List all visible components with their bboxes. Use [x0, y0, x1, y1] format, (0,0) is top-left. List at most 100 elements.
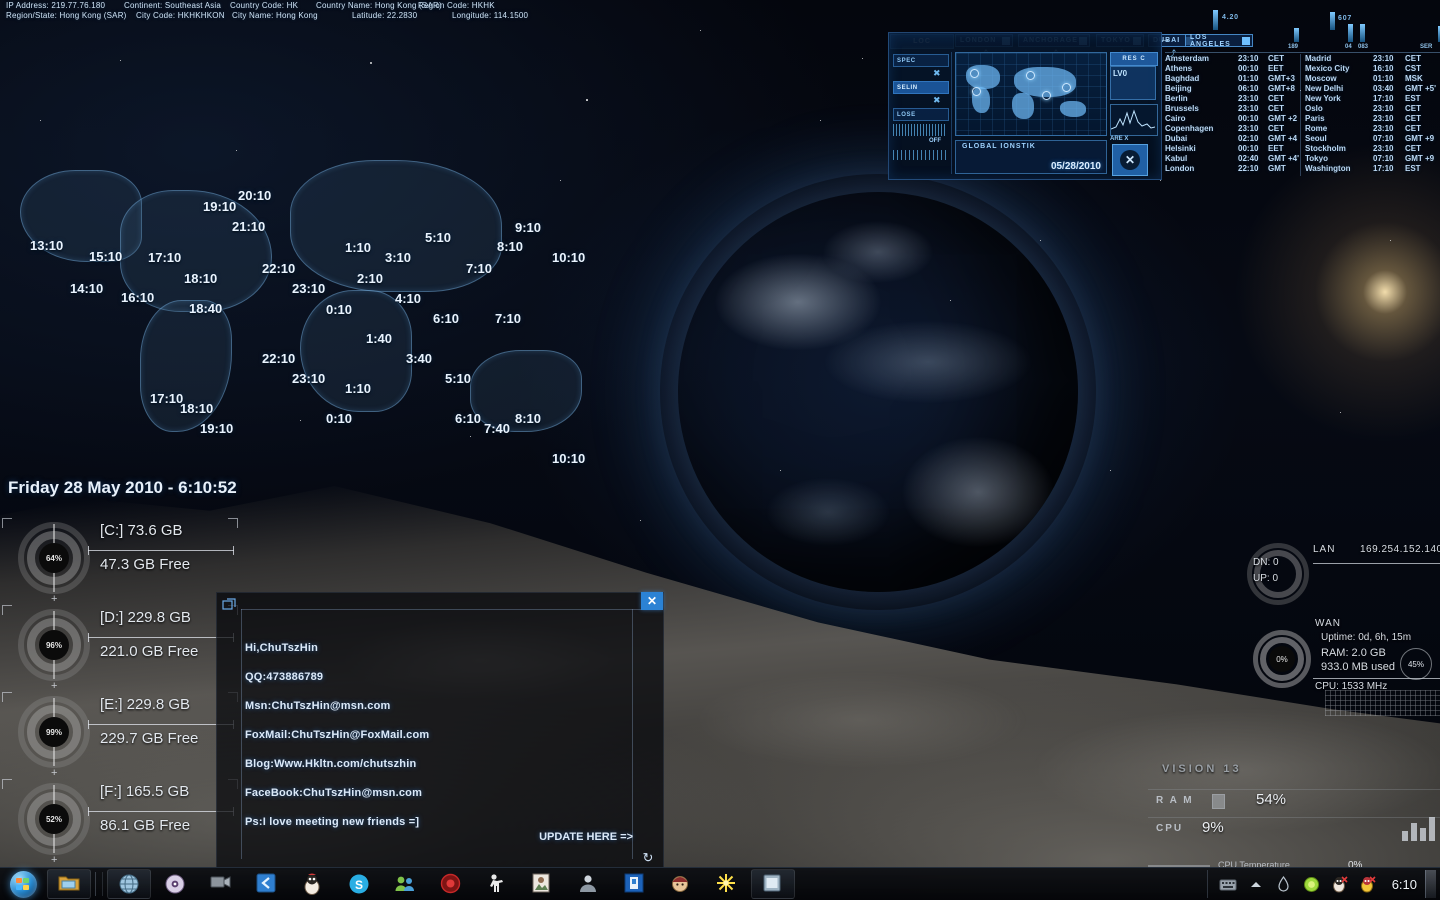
drive-item: 99% [E:] 229.8 GB 229.7 GB Free + — [0, 692, 240, 779]
drive-divider — [88, 811, 234, 812]
region-state-text: Region/State: Hong Kong (SAR) — [6, 11, 127, 20]
timezone-time: 23:10 — [1373, 114, 1394, 123]
taskbar-button-internet[interactable] — [107, 869, 151, 899]
folder-icon — [58, 873, 80, 895]
clock-time-label: 19:10 — [203, 199, 237, 214]
system-tray[interactable]: 6:10 — [1214, 868, 1440, 900]
taskbar-button-file-manager[interactable] — [613, 869, 657, 899]
timezone-city: Washington — [1305, 164, 1351, 173]
close-x-icon[interactable]: ✖ — [933, 69, 941, 78]
drive-label: [C:] 73.6 GB — [100, 522, 183, 539]
map-pin-icon — [1042, 91, 1051, 100]
timezone-time: 03:40 — [1373, 84, 1394, 93]
resize-icon[interactable] — [222, 598, 236, 612]
close-icon[interactable]: ✕ — [641, 592, 663, 610]
keyboard-icon[interactable] — [1216, 872, 1240, 896]
timezone-time: 23:10 — [1238, 94, 1259, 103]
globe-icon — [118, 873, 140, 895]
note-line: Ps:I love meeting new friends =] — [245, 816, 420, 828]
refresh-icon[interactable]: ↻ — [639, 849, 657, 867]
camera-icon — [210, 873, 232, 895]
timezone-time: 01:10 — [1238, 74, 1259, 83]
vision13-widget: VISION 13 R A M 54% CPU 9% CPU Temperatu… — [1140, 755, 1440, 871]
divider — [1313, 563, 1440, 564]
taskbar-button-media-player[interactable] — [153, 869, 197, 899]
corner-bracket — [228, 518, 238, 528]
taskbar-button-active-window[interactable] — [751, 869, 795, 899]
green-circle-icon[interactable] — [1300, 872, 1324, 896]
taskbar-button-game-face[interactable] — [659, 869, 703, 899]
timezone-row: Copenhagen 23:10 CET Rome 23:10 CET — [1165, 124, 1440, 134]
deco-bar — [1213, 10, 1218, 30]
droplet-icon[interactable] — [1272, 872, 1296, 896]
contact-notes-widget[interactable]: ✕ Hi,ChuTszHin QQ:473886789 Msn:ChuTszHin@… — [216, 592, 664, 870]
tray-clock[interactable]: 6:10 — [1392, 877, 1417, 892]
skype-icon: S — [348, 873, 370, 895]
show-desktop-button[interactable] — [1425, 870, 1436, 898]
start-button[interactable] — [0, 869, 46, 899]
timezone-zone: CET — [1268, 54, 1284, 63]
marker-bar — [1360, 24, 1365, 42]
taskbar-button-media-red[interactable] — [429, 869, 473, 899]
taskbar-button-camera[interactable] — [199, 869, 243, 899]
timezone-zone: EST — [1405, 164, 1421, 173]
penguin-tray-icon[interactable] — [1356, 872, 1380, 896]
timezone-city: Athens — [1165, 64, 1193, 73]
timezone-row: Helsinki 00:10 EET Stockholm 23:10 CET — [1165, 144, 1440, 154]
clock-time-label: 7:40 — [484, 421, 511, 436]
vision-ram-row: R A M 54% — [1148, 789, 1440, 816]
taskbar-button-photo-viewer[interactable] — [521, 869, 565, 899]
hud-close-button[interactable]: ✕ — [1112, 144, 1148, 176]
hud-world-map[interactable] — [955, 52, 1107, 136]
timezone-zone: CST — [1405, 64, 1421, 73]
timezone-time: 07:10 — [1373, 134, 1394, 143]
taskbar-button-contacts[interactable] — [383, 869, 427, 899]
svg-text:S: S — [355, 878, 363, 892]
taskbar[interactable]: S 6:10 — [0, 867, 1440, 900]
penguin-tray-icon[interactable] — [1328, 872, 1352, 896]
deco-label: 607 — [1338, 15, 1353, 22]
drive-item: 96% [D:] 229.8 GB 221.0 GB Free + — [0, 605, 240, 692]
hud-decoration-bar: 4.20 607 VSVP OPER — [888, 0, 1440, 34]
note-line: FoxMail:ChuTszHin@FoxMail.com — [245, 729, 430, 741]
chevron-up-icon[interactable] — [1244, 872, 1268, 896]
hud-row-lose[interactable]: LOSE — [893, 108, 949, 121]
deco-label: 4.20 — [1222, 14, 1239, 21]
hud-date: 05/28/2010 — [1050, 161, 1101, 172]
tick — [88, 720, 89, 729]
sunburst-icon — [716, 873, 738, 895]
tick — [88, 807, 89, 816]
corner-bracket — [2, 692, 12, 702]
update-here-link[interactable]: UPDATE HERE => — [539, 831, 633, 843]
note-line: QQ:473886789 — [245, 671, 324, 683]
star — [40, 120, 41, 121]
hud-row-selin[interactable]: SELIN — [893, 81, 949, 94]
hud-row-spec[interactable]: SPEC — [893, 54, 949, 67]
taskbar-button-editor[interactable] — [245, 869, 289, 899]
clock-time-label: 1:40 — [366, 331, 393, 346]
taskbar-button-skype[interactable]: S — [337, 869, 381, 899]
taskbar-button-explorer[interactable] — [47, 869, 91, 899]
gauge-hub: 64% — [39, 543, 69, 573]
taskbar-button-avatar-app[interactable] — [567, 869, 611, 899]
vision-cpu-value: 9% — [1202, 819, 1224, 836]
map-pin-icon — [970, 69, 979, 78]
timezone-zone: CET — [1405, 124, 1421, 133]
taskbar-button-qq[interactable] — [291, 869, 335, 899]
vision-ram-value: 54% — [1256, 791, 1287, 808]
taskbar-button-counter-strike[interactable] — [475, 869, 519, 899]
timezone-time: 02:10 — [1238, 134, 1259, 143]
note-line: Hi,ChuTszHin — [245, 642, 319, 654]
timezone-zone: CET — [1405, 54, 1421, 63]
close-x-icon[interactable]: ✖ — [933, 96, 941, 105]
taskbar-button-sunburst-app[interactable] — [705, 869, 749, 899]
hud-destination-chip[interactable]: LOS ANGELES — [1185, 34, 1253, 48]
hud-graph — [1110, 104, 1158, 136]
clock-time-label: 4:10 — [395, 291, 422, 306]
marker-label: SER — [1420, 44, 1433, 50]
continent-text: Continent: Southeast Asia — [124, 1, 222, 10]
clock-time-label: 22:10 — [262, 261, 296, 276]
timezone-list: Amsterdam 23:10 CET Madrid 23:10 CET Athens 00:… — [1165, 54, 1440, 176]
tick — [88, 546, 89, 555]
ram-percent-badge: 45% — [1400, 648, 1432, 680]
